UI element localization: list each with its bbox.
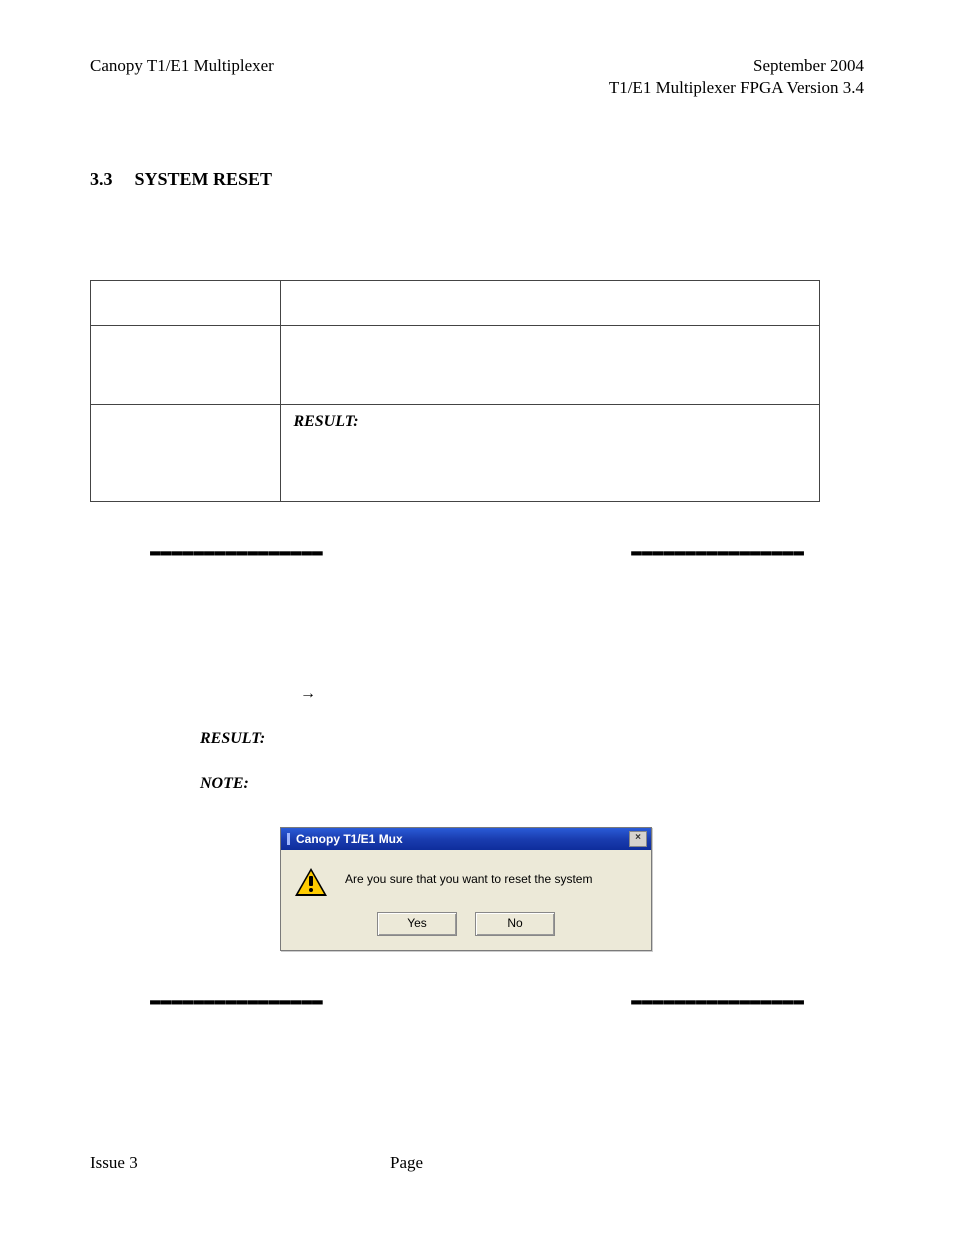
dash-left: ▬▬▬▬▬▬▬▬▬▬▬▬▬▬▬▬: [150, 542, 323, 562]
content-table: RESULT:: [90, 280, 820, 502]
table-cell: [281, 281, 820, 326]
table-cell: [91, 281, 281, 326]
dash-right: ▬▬▬▬▬▬▬▬▬▬▬▬▬▬▬▬: [631, 991, 804, 1011]
table-cell: [91, 326, 281, 405]
dash-right: ▬▬▬▬▬▬▬▬▬▬▬▬▬▬▬▬: [631, 542, 804, 562]
confirm-dialog: Canopy T1/E1 Mux × Are you sure that you…: [280, 827, 652, 951]
section-title: SYSTEM RESET: [135, 169, 273, 189]
warning-icon: [295, 868, 327, 896]
dialog-message: Are you sure that you want to reset the …: [345, 868, 592, 886]
page-footer: Issue 3 Page: [90, 1153, 864, 1173]
no-button[interactable]: No: [475, 912, 555, 936]
table-cell: [91, 405, 281, 502]
footer-page: Page: [390, 1153, 423, 1173]
dialog-title: Canopy T1/E1 Mux: [296, 832, 403, 846]
divider-row-bottom: ▬▬▬▬▬▬▬▬▬▬▬▬▬▬▬▬ ▬▬▬▬▬▬▬▬▬▬▬▬▬▬▬▬: [90, 991, 864, 1011]
dash-left: ▬▬▬▬▬▬▬▬▬▬▬▬▬▬▬▬: [150, 991, 323, 1011]
note-label: NOTE:: [200, 775, 249, 792]
result-label: RESULT:: [200, 730, 265, 747]
divider-row-top: ▬▬▬▬▬▬▬▬▬▬▬▬▬▬▬▬ ▬▬▬▬▬▬▬▬▬▬▬▬▬▬▬▬: [90, 542, 864, 562]
mid-block: → RESULT: NOTE:: [90, 672, 864, 806]
table-cell: RESULT:: [281, 405, 820, 502]
arrow-icon: →: [300, 685, 316, 702]
section-heading: 3.3 SYSTEM RESET: [90, 169, 864, 190]
dialog-titlebar: Canopy T1/E1 Mux ×: [281, 828, 651, 850]
table-cell: [281, 326, 820, 405]
close-icon: ×: [635, 832, 641, 843]
footer-issue: Issue 3: [90, 1153, 390, 1173]
yes-button[interactable]: Yes: [377, 912, 457, 936]
section-number: 3.3: [90, 169, 130, 190]
close-button[interactable]: ×: [629, 831, 647, 847]
header-date: September 2004: [609, 55, 864, 77]
header-left: Canopy T1/E1 Multiplexer: [90, 55, 274, 99]
page-header: Canopy T1/E1 Multiplexer September 2004 …: [90, 55, 864, 99]
result-label: RESULT:: [293, 413, 358, 430]
header-version: T1/E1 Multiplexer FPGA Version 3.4: [609, 77, 864, 99]
header-right: September 2004 T1/E1 Multiplexer FPGA Ve…: [609, 55, 864, 99]
titlebar-notch-icon: [287, 833, 290, 845]
dialog-screenshot: Canopy T1/E1 Mux × Are you sure that you…: [280, 827, 864, 951]
